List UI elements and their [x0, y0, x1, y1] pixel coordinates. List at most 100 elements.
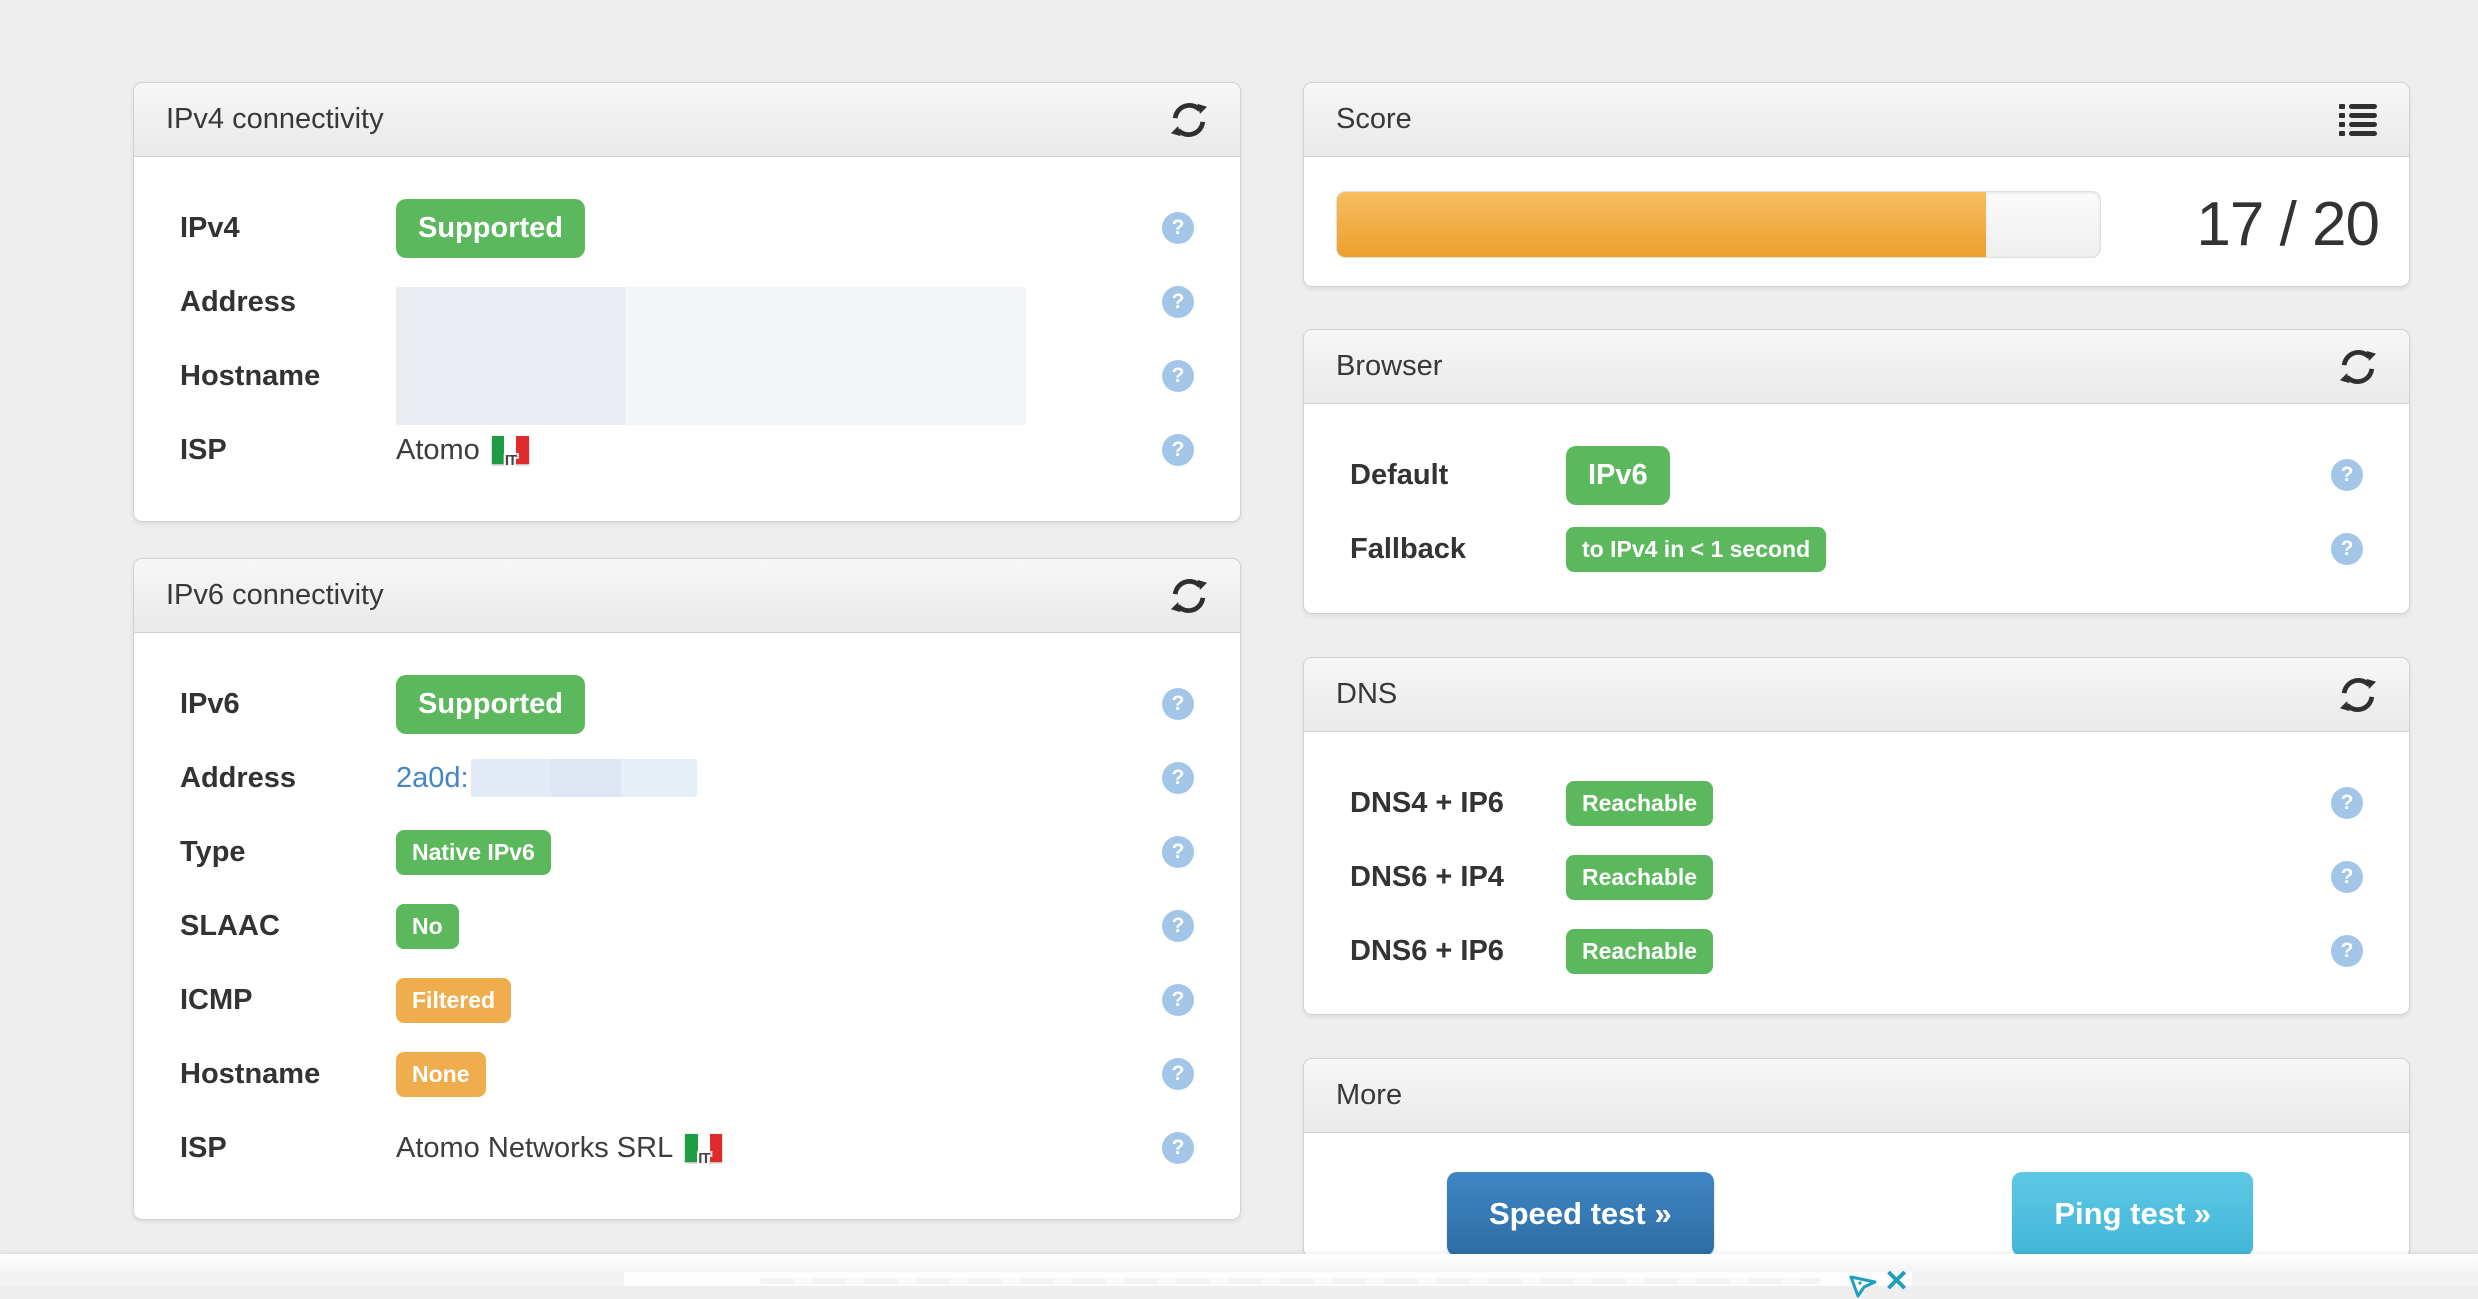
panel-body: Default IPv6 ? Fallback to IPv4 in < 1 s…	[1304, 404, 2409, 586]
table-row: Hostname None ?	[134, 1037, 1240, 1111]
row-label: Default	[1350, 459, 1566, 492]
status-badge: Filtered	[396, 978, 511, 1023]
status-badge: None	[396, 1052, 486, 1097]
row-label: ISP	[180, 434, 396, 467]
row-label: SLAAC	[180, 910, 396, 943]
help-icon[interactable]: ?	[1162, 286, 1194, 318]
dns-panel: DNS DNS4 + IP6 Reachable ? DNS6 + IP4 Re…	[1303, 657, 2410, 1015]
panel-title: Score	[1336, 103, 1412, 136]
more-cell: Speed test »	[1304, 1172, 1857, 1256]
ad-close-icon[interactable]: ✕	[1884, 1264, 1909, 1299]
isp-value: Atomo Networks SRL IT	[396, 1132, 722, 1165]
ipv4-connectivity-panel: IPv4 connectivity IPv4 Supported ? Addre…	[133, 82, 1241, 522]
status-badge: to IPv4 in < 1 second	[1566, 527, 1826, 572]
isp-value: Atomo IT	[396, 434, 529, 467]
help-icon[interactable]: ?	[1162, 910, 1194, 942]
help-icon[interactable]: ?	[2331, 861, 2363, 893]
speed-test-button[interactable]: Speed test »	[1447, 1172, 1714, 1256]
row-label: Hostname	[180, 1058, 396, 1091]
help-icon[interactable]: ?	[1162, 1132, 1194, 1164]
refresh-icon[interactable]	[1170, 577, 1208, 615]
status-badge: No	[396, 904, 459, 949]
panel-body: DNS4 + IP6 Reachable ? DNS6 + IP4 Reacha…	[1304, 732, 2409, 988]
row-label: ISP	[180, 1132, 396, 1165]
row-label: Address	[180, 286, 396, 319]
panel-header: DNS	[1304, 658, 2409, 732]
table-row: ISP Atomo Networks SRL IT ?	[134, 1111, 1240, 1185]
table-row: DNS6 + IP6 Reachable ?	[1304, 914, 2409, 988]
score-bar-fill	[1337, 192, 1986, 257]
ad-collapse-cursor-icon[interactable]	[1848, 1269, 1878, 1299]
table-row: Type Native IPv6 ?	[134, 815, 1240, 889]
isp-name: Atomo Networks SRL	[396, 1132, 673, 1165]
flag-country-code: IT	[698, 1151, 709, 1166]
flag-country-code: IT	[505, 453, 516, 468]
row-label: IPv4	[180, 212, 396, 245]
list-icon[interactable]	[2339, 104, 2377, 136]
table-row: ICMP Filtered ?	[134, 963, 1240, 1037]
help-icon[interactable]: ?	[2331, 935, 2363, 967]
status-badge: Reachable	[1566, 855, 1713, 900]
help-icon[interactable]: ?	[1162, 762, 1194, 794]
table-row: ISP Atomo IT ?	[134, 413, 1240, 487]
refresh-icon[interactable]	[2339, 676, 2377, 714]
table-row: Address ?	[134, 265, 1240, 339]
panel-header: Score	[1304, 83, 2409, 157]
panel-title: More	[1336, 1079, 1402, 1112]
page-bottom-band	[0, 1254, 2478, 1272]
italy-flag-icon: IT	[492, 436, 529, 464]
panel-body: IPv6 Supported ? Address 2a0d: ? Type Na…	[134, 633, 1240, 1185]
row-label: ICMP	[180, 984, 396, 1017]
table-row: DNS6 + IP4 Reachable ?	[1304, 840, 2409, 914]
help-icon[interactable]: ?	[2331, 459, 2363, 491]
help-icon[interactable]: ?	[2331, 533, 2363, 565]
table-row: SLAAC No ?	[134, 889, 1240, 963]
browser-panel: Browser Default IPv6 ? Fallback to IPv4 …	[1303, 329, 2410, 614]
status-badge: Reachable	[1566, 781, 1713, 826]
ipv6-address-link[interactable]: 2a0d:	[396, 762, 469, 795]
ipv6-connectivity-panel: IPv6 connectivity IPv6 Supported ? Addre…	[133, 558, 1241, 1220]
table-row: Fallback to IPv4 in < 1 second ?	[1304, 512, 2409, 586]
help-icon[interactable]: ?	[1162, 434, 1194, 466]
help-icon[interactable]: ?	[1162, 212, 1194, 244]
row-label: IPv6	[180, 688, 396, 721]
row-label: Type	[180, 836, 396, 869]
more-panel: More Speed test » Ping test »	[1303, 1058, 2410, 1258]
status-badge: Supported	[396, 199, 585, 258]
panel-body: Speed test » Ping test »	[1304, 1133, 2409, 1256]
help-icon[interactable]: ?	[1162, 688, 1194, 720]
row-label: Address	[180, 762, 396, 795]
table-row: Default IPv6 ?	[1304, 438, 2409, 512]
panel-body: IPv4 Supported ? Address ? Hostname ? IS…	[134, 157, 1240, 487]
table-row: Hostname ?	[134, 339, 1240, 413]
isp-name: Atomo	[396, 434, 480, 467]
help-icon[interactable]: ?	[2331, 787, 2363, 819]
help-icon[interactable]: ?	[1162, 1058, 1194, 1090]
refresh-icon[interactable]	[1170, 101, 1208, 139]
row-label: DNS4 + IP6	[1350, 787, 1566, 820]
help-icon[interactable]: ?	[1162, 836, 1194, 868]
score-value: 17 / 20	[2196, 191, 2379, 258]
help-icon[interactable]: ?	[1162, 360, 1194, 392]
panel-header: More	[1304, 1059, 2409, 1133]
help-icon[interactable]: ?	[1162, 984, 1194, 1016]
refresh-icon[interactable]	[2339, 348, 2377, 386]
table-row: IPv4 Supported ?	[134, 191, 1240, 265]
row-label: DNS6 + IP4	[1350, 861, 1566, 894]
ping-test-button[interactable]: Ping test »	[2012, 1172, 2253, 1256]
panel-title: Browser	[1336, 350, 1442, 383]
panel-header: IPv6 connectivity	[134, 559, 1240, 633]
panel-title: IPv4 connectivity	[166, 103, 384, 136]
status-badge: IPv6	[1566, 446, 1670, 505]
panel-body: 17 / 20	[1304, 157, 2409, 322]
row-label: Fallback	[1350, 533, 1566, 566]
score-progress-bar	[1336, 191, 2101, 258]
panel-title: IPv6 connectivity	[166, 579, 384, 612]
row-label: DNS6 + IP6	[1350, 935, 1566, 968]
row-label: Hostname	[180, 360, 396, 393]
ad-ghost-text	[760, 1278, 1820, 1284]
panel-header: IPv4 connectivity	[134, 83, 1240, 157]
panel-header: Browser	[1304, 330, 2409, 404]
score-panel: Score 17 / 20	[1303, 82, 2410, 287]
table-row: IPv6 Supported ?	[134, 667, 1240, 741]
